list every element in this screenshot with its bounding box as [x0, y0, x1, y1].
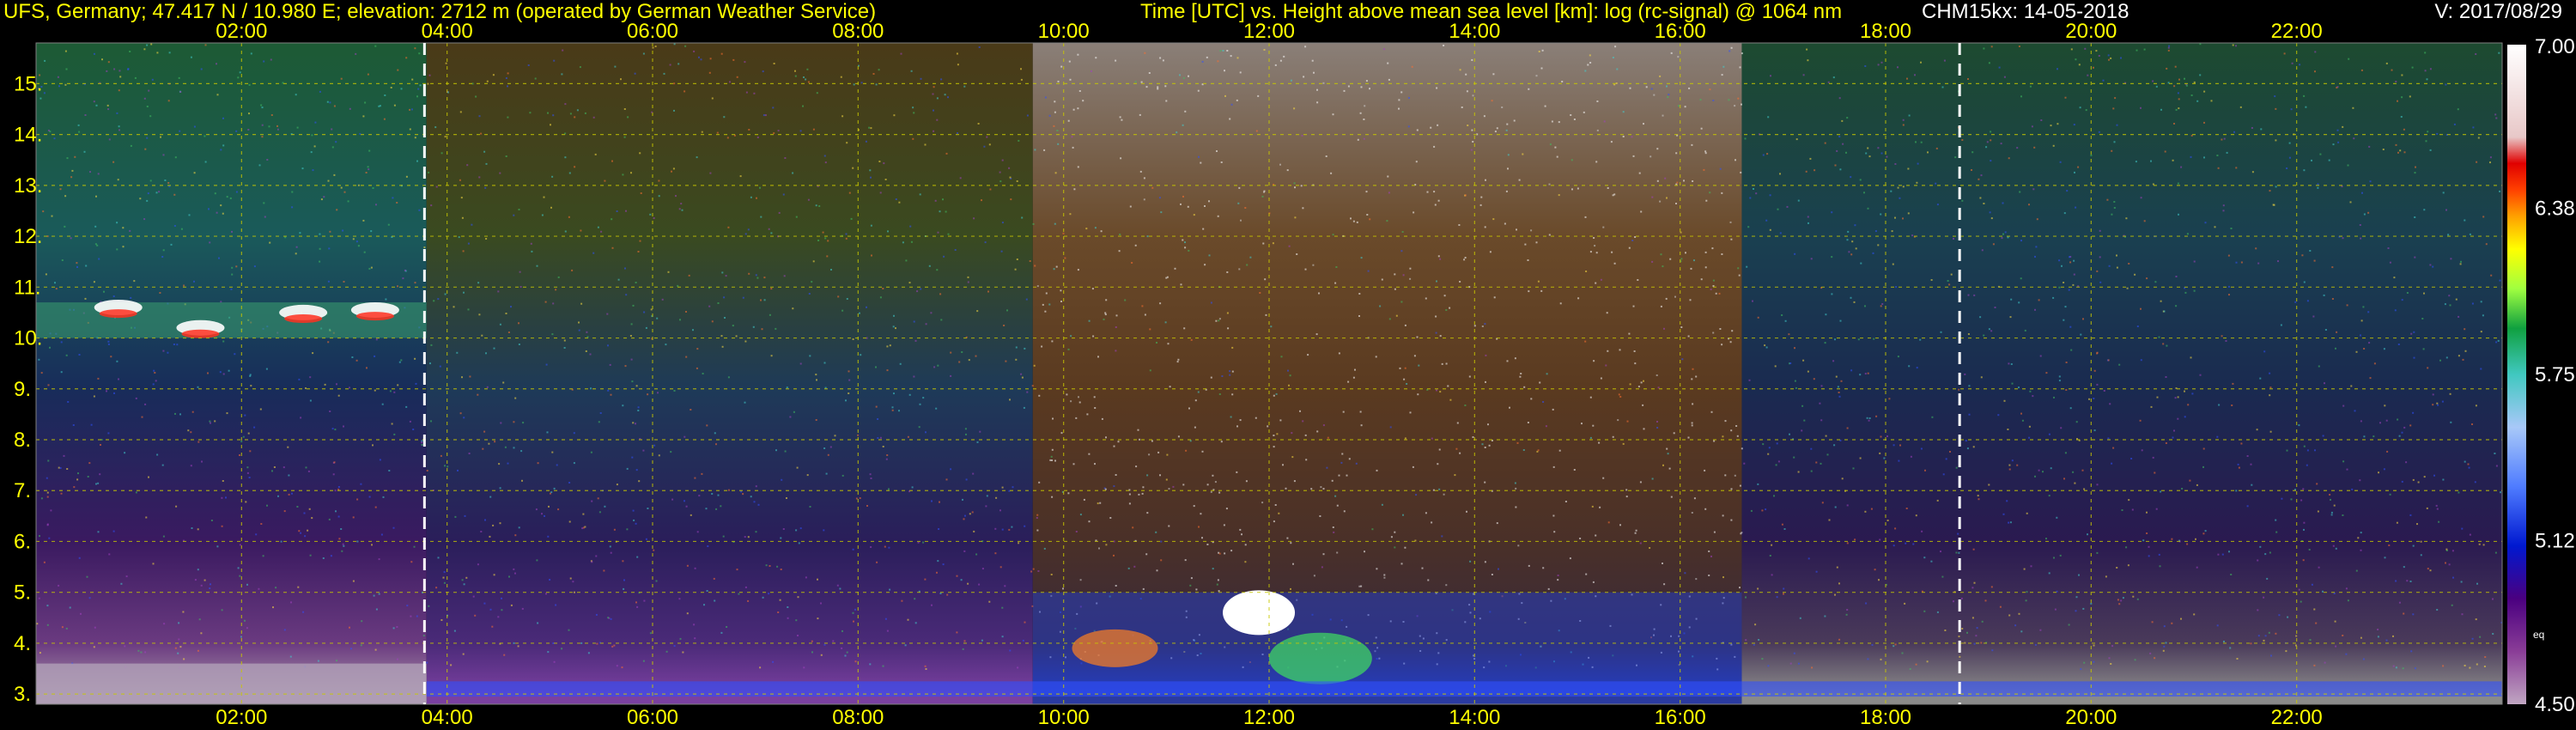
- aerosol-orange: [1072, 629, 1158, 667]
- x-tick-label-bottom: 08:00: [832, 706, 884, 729]
- colorbar-tick-label: 5.75: [2535, 363, 2575, 386]
- x-tick-label-bottom: 14:00: [1449, 706, 1500, 729]
- colorbar-tick-label: 7.00: [2535, 35, 2575, 58]
- x-tick-label-top: 10:00: [1038, 20, 1090, 43]
- colorbar-eq-label: eq: [2533, 629, 2544, 641]
- colorbar-tick-label: 5.12: [2535, 530, 2575, 553]
- y-tick-label: 12.: [14, 225, 42, 248]
- x-tick-label-bottom: 02:00: [216, 706, 267, 729]
- cloud-core: [181, 329, 220, 338]
- plot-area: [36, 43, 2503, 704]
- y-tick-label: 7.: [14, 479, 31, 502]
- colorbar: 7.00 6.38 5.75 5.12 4.50 eq: [2507, 35, 2575, 716]
- aerosol-peak: [1223, 590, 1296, 636]
- aerosol-green: [1268, 632, 1372, 684]
- signal-band: [36, 43, 427, 704]
- x-tick-label-bottom: 04:00: [422, 706, 473, 729]
- x-tick-label-bottom: 22:00: [2271, 706, 2323, 729]
- y-tick-label: 9.: [14, 378, 31, 401]
- y-tick-label: 10.: [14, 327, 42, 350]
- cloud-core: [355, 312, 394, 321]
- x-tick-label-top: 20:00: [2065, 20, 2117, 43]
- y-tick-label: 4.: [14, 632, 31, 655]
- colorbar-gradient: [2507, 45, 2526, 704]
- x-tick-label-bottom: 12:00: [1243, 706, 1295, 729]
- x-tick-label-top: 08:00: [832, 20, 884, 43]
- x-tick-label-top: 18:00: [1860, 20, 1911, 43]
- x-tick-label-top: 02:00: [216, 20, 267, 43]
- x-tick-label-top: 14:00: [1449, 20, 1500, 43]
- y-tick-label: 5.: [14, 581, 31, 605]
- chart-svg: 02:00 02:00 04:00 04:00 06:00 06:00 08:00 08:00…: [14, 20, 2575, 729]
- signal-band: [426, 43, 1033, 704]
- x-tick-label-bottom: 06:00: [627, 706, 678, 729]
- x-tick-label-top: 16:00: [1655, 20, 1706, 43]
- x-tick-label-bottom: 16:00: [1655, 706, 1706, 729]
- y-tick-label: 6.: [14, 530, 31, 553]
- y-tick-label: 8.: [14, 429, 31, 452]
- cloud-core: [99, 309, 137, 319]
- x-tick-label-bottom: 20:00: [2065, 706, 2117, 729]
- x-tick-label-top: 22:00: [2271, 20, 2323, 43]
- x-tick-label-bottom: 18:00: [1860, 706, 1911, 729]
- colorbar-tick-label: 6.38: [2535, 197, 2575, 220]
- y-tick-label: 15.: [14, 72, 42, 95]
- x-tick-label-top: 06:00: [627, 20, 678, 43]
- colorbar-tick-label: 4.50: [2535, 693, 2575, 716]
- cloud-core: [284, 314, 323, 324]
- y-tick-label: 11.: [14, 276, 41, 299]
- signal-band: [1741, 43, 2502, 704]
- y-tick-label: 13.: [14, 174, 42, 198]
- surface-layer: [426, 681, 2502, 697]
- y-tick-label: 3.: [14, 683, 31, 706]
- surface-haze: [36, 663, 427, 704]
- x-tick-label-top: 12:00: [1243, 20, 1295, 43]
- y-tick-label: 14.: [14, 124, 42, 147]
- x-tick-label-top: 04:00: [422, 20, 473, 43]
- x-tick-label-bottom: 10:00: [1038, 706, 1090, 729]
